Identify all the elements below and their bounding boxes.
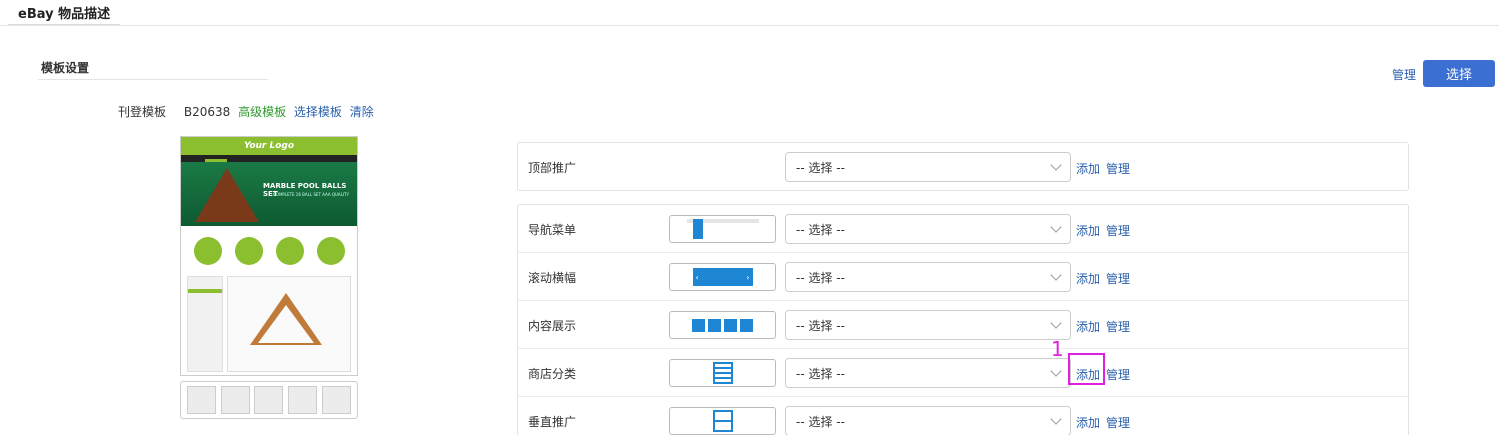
module-select[interactable]: -- 选择 --: [785, 262, 1071, 292]
vertical-promo-icon: [712, 410, 733, 432]
page-title: eBay 物品描述: [8, 0, 121, 26]
preview-sidebar: [187, 276, 223, 372]
module-thumb[interactable]: [669, 215, 776, 243]
module-add-link[interactable]: 添加: [1076, 270, 1100, 287]
preview-thumbnail[interactable]: [187, 386, 217, 414]
chevron-down-icon: [1050, 365, 1062, 377]
annotation-number: 1: [1051, 337, 1064, 361]
module-thumb[interactable]: [669, 311, 776, 339]
module-select[interactable]: -- 选择 --: [785, 358, 1071, 388]
pool-rack-icon: [195, 168, 259, 222]
top-promotion-panel: 顶部推广 -- 选择 -- 添加 管理: [517, 142, 1409, 191]
module-row-slider: 滚动横幅 ‹ › -- 选择 -- 添加 管理: [518, 253, 1408, 301]
advanced-template-link[interactable]: 高级模板: [238, 105, 286, 119]
slider-icon: ‹ ›: [692, 268, 753, 286]
preview-category-circle: [234, 237, 263, 265]
template-row: 刊登模板 B20638 高级模板 选择模板 清除: [118, 103, 378, 120]
clear-template-link[interactable]: 清除: [350, 105, 374, 119]
module-label: 顶部推广: [528, 161, 577, 175]
preview-logo: Your Logo: [181, 137, 357, 155]
title-divider: [0, 25, 1499, 26]
module-select[interactable]: -- 选择 --: [785, 406, 1071, 435]
preview-category-circle: [193, 237, 222, 265]
module-manage-link[interactable]: 管理: [1106, 414, 1130, 431]
module-label: 内容展示: [528, 319, 577, 333]
module-add-link[interactable]: 添加: [1076, 414, 1100, 431]
preview-thumbnails: [180, 381, 358, 419]
module-select[interactable]: -- 选择 --: [785, 214, 1071, 244]
chevron-down-icon: [1050, 317, 1062, 329]
module-row-vertical-promo: 垂直推广 -- 选择 -- 添加 管理: [518, 397, 1408, 435]
preview-categories: [181, 226, 357, 272]
section-title: 模板设置: [38, 59, 268, 80]
preview-category-circle: [316, 237, 345, 265]
template-preview: Your Logo MARBLE POOL BALLS SET COMPLETE…: [180, 136, 358, 376]
module-row-content: 内容展示 -- 选择 -- 添加 管理: [518, 301, 1408, 349]
module-label: 滚动横幅: [528, 271, 577, 285]
module-label: 商店分类: [528, 367, 577, 381]
module-add-link[interactable]: 添加: [1076, 160, 1100, 177]
manage-link[interactable]: 管理: [1392, 66, 1416, 83]
module-row-top-promotion: 顶部推广 -- 选择 -- 添加 管理: [518, 143, 1408, 191]
preview-nav: [181, 155, 357, 166]
chevron-down-icon: [1050, 221, 1062, 233]
preview-banner-sub: COMPLETE 16 BALL SET AAA QUALITY: [273, 192, 349, 197]
module-label: 垂直推广: [528, 415, 577, 429]
preview-category-circle: [275, 237, 304, 265]
module-add-link[interactable]: 添加: [1076, 318, 1100, 335]
module-thumb[interactable]: [669, 359, 776, 387]
module-thumb[interactable]: [669, 407, 776, 435]
preview-thumbnail[interactable]: [321, 386, 351, 414]
preview-banner: MARBLE POOL BALLS SET COMPLETE 16 BALL S…: [181, 162, 357, 226]
module-select[interactable]: -- 选择 --: [785, 152, 1071, 182]
select-button[interactable]: 选择: [1423, 60, 1495, 87]
preview-thumbnail[interactable]: [220, 386, 250, 414]
module-select-value: -- 选择 --: [796, 366, 845, 381]
module-manage-link[interactable]: 管理: [1106, 270, 1130, 287]
nav-menu-icon: [686, 218, 759, 240]
category-list-icon: [712, 362, 733, 384]
template-code: B20638: [183, 105, 231, 119]
module-row-store-category: 商店分类 -- 选择 -- 添加 管理: [518, 349, 1408, 397]
module-select-value: -- 选择 --: [796, 222, 845, 237]
module-thumb[interactable]: ‹ ›: [669, 263, 776, 291]
template-label: 刊登模板: [118, 105, 167, 119]
preview-thumbnail[interactable]: [288, 386, 318, 414]
content-grid-icon: [692, 318, 753, 332]
chevron-down-icon: [1050, 159, 1062, 171]
chevron-down-icon: [1050, 269, 1062, 281]
modules-panel: 导航菜单 -- 选择 -- 添加 管理 滚动横幅 ‹ › -- 选择 -- 添加 …: [517, 204, 1409, 435]
module-label: 导航菜单: [528, 223, 577, 237]
annotation-highlight-box: [1068, 353, 1105, 385]
module-manage-link[interactable]: 管理: [1106, 318, 1130, 335]
module-manage-link[interactable]: 管理: [1106, 160, 1130, 177]
module-select-value: -- 选择 --: [796, 318, 845, 333]
module-add-link[interactable]: 添加: [1076, 222, 1100, 239]
module-row-nav-menu: 导航菜单 -- 选择 -- 添加 管理: [518, 205, 1408, 253]
preview-body: [181, 272, 357, 375]
module-manage-link[interactable]: 管理: [1106, 222, 1130, 239]
module-manage-link[interactable]: 管理: [1106, 366, 1130, 383]
module-select-value: -- 选择 --: [796, 160, 845, 175]
module-select-value: -- 选择 --: [796, 414, 845, 429]
chevron-down-icon: [1050, 413, 1062, 425]
preview-product: [227, 276, 351, 372]
choose-template-link[interactable]: 选择模板: [294, 105, 342, 119]
preview-thumbnail[interactable]: [254, 386, 284, 414]
module-select-value: -- 选择 --: [796, 270, 845, 285]
module-select[interactable]: -- 选择 --: [785, 310, 1071, 340]
